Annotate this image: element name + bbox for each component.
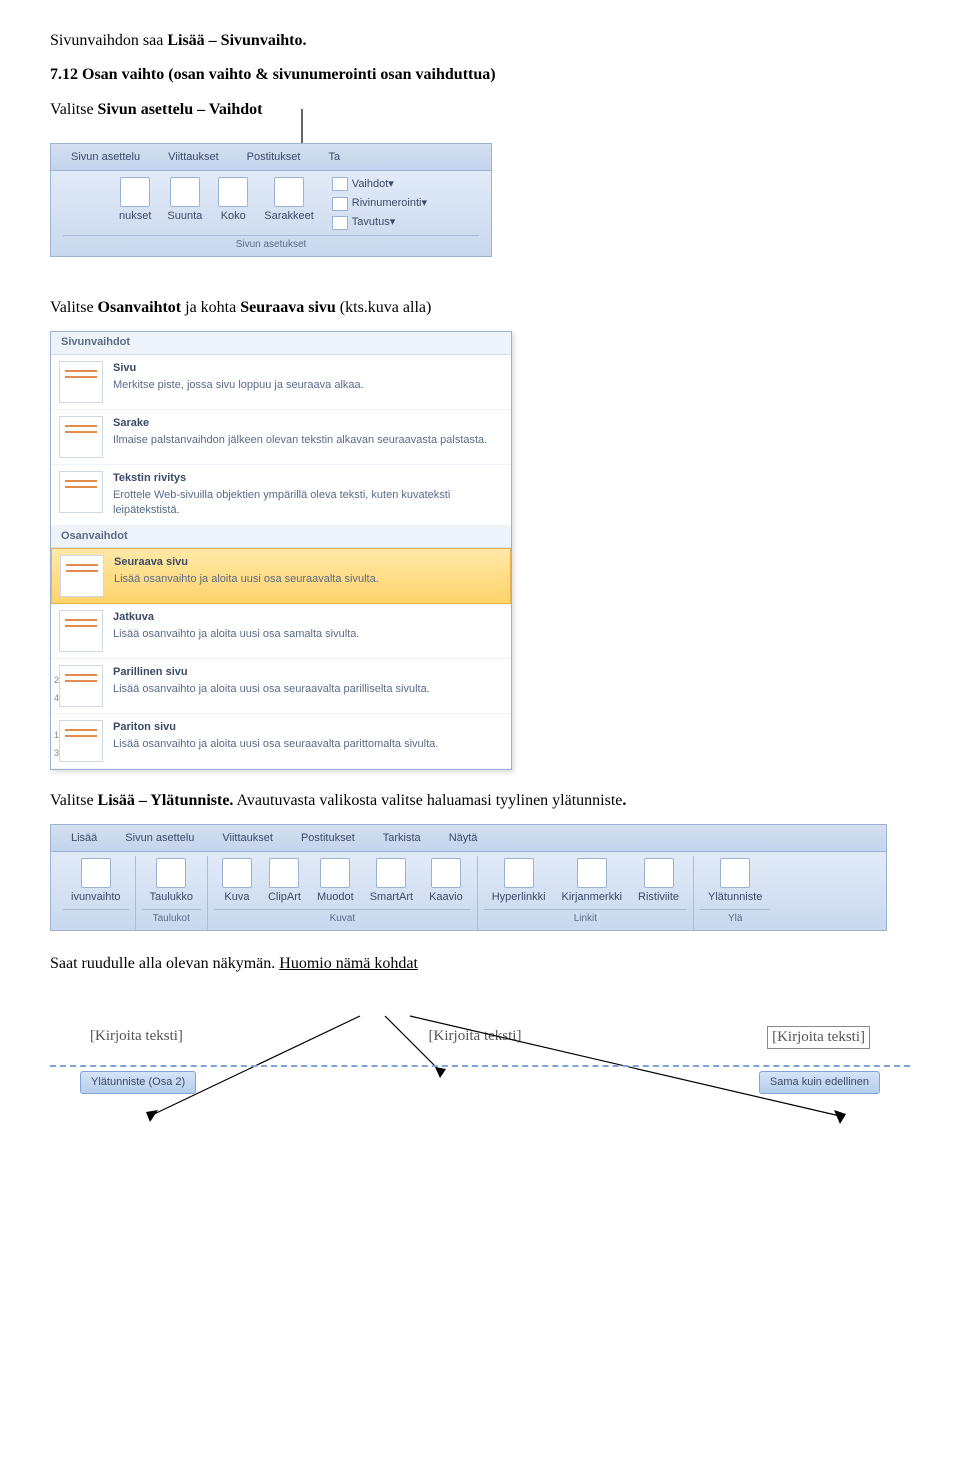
section-heading: 7.12 Osan vaihto (osan vaihto & sivunume… (50, 64, 910, 86)
tab-partial[interactable]: Ta (314, 146, 354, 169)
btn-tavutus[interactable]: Tavutus ▾ (328, 213, 431, 232)
page-break-icon (59, 361, 103, 403)
breaks-icon (332, 177, 348, 191)
hyphen-icon (332, 216, 348, 230)
btn-muodot[interactable]: Muodot (311, 856, 360, 907)
intro-line-1: Sivunvaihdon saa Lisää – Sivunvaihto. (50, 30, 910, 52)
btn-sarakkeet[interactable]: Sarakkeet (258, 175, 320, 226)
intro1-bold: Lisää – Sivunvaihto. (167, 32, 306, 49)
tab-viittaukset[interactable]: Viittaukset (154, 146, 233, 169)
linenum-icon (332, 197, 348, 211)
breaks-dropdown: Sivunvaihdot SivuMerkitse piste, jossa s… (50, 331, 512, 770)
dd-item-section-3[interactable]: 13Pariton sivuLisää osanvaihto ja aloita… (51, 714, 511, 769)
orientation-icon (170, 177, 200, 207)
tab-viittaukset[interactable]: Viittaukset (208, 827, 287, 850)
page-break-icon: 13 (59, 720, 103, 762)
group-sivun-asetukset: Sivun asetukset (63, 235, 479, 256)
dd-item-page-2[interactable]: Tekstin rivitysErottele Web-sivuilla obj… (51, 465, 511, 526)
para-ylatunniste: Valitse Lisää – Ylätunniste. Avautuvasta… (50, 790, 910, 812)
btn-taulukko[interactable]: Taulukko (144, 856, 199, 907)
dd-item-section-1[interactable]: JatkuvaLisää osanvaihto ja aloita uusi o… (51, 604, 511, 659)
btn-kaavio[interactable]: Kaavio (423, 856, 469, 907)
btn-suunta[interactable]: Suunta (161, 175, 208, 226)
group-label-2: Kuvat (214, 909, 471, 930)
page-break-icon (59, 471, 103, 513)
page-break-icon (60, 555, 104, 597)
size-icon (218, 177, 248, 207)
dd-header-osanvaihdot: Osanvaihdot (51, 526, 511, 548)
tab-sivun-asettelu[interactable]: Sivun asettelu (111, 827, 208, 850)
btn-smartart[interactable]: SmartArt (364, 856, 419, 907)
btn-koko[interactable]: Koko (212, 175, 254, 226)
intro1-text: Sivunvaihdon saa (50, 32, 167, 49)
huomio-label: Huomio nämä kohdat (279, 955, 418, 972)
btn-rivinumerointi[interactable]: Rivinumerointi ▾ (328, 194, 431, 213)
smartart-icon (376, 858, 406, 888)
clipart-icon (269, 858, 299, 888)
dd-item-page-0[interactable]: SivuMerkitse piste, jossa sivu loppuu ja… (51, 355, 511, 410)
kirjanmerkki-icon (577, 858, 607, 888)
group-label-0 (63, 909, 129, 916)
page-break-icon: 24 (59, 665, 103, 707)
para-osanvaihtot: Valitse Osanvaihtot ja kohta Seuraava si… (50, 297, 910, 319)
intro-line-2: Valitse Sivun asettelu – Vaihdot (50, 99, 910, 121)
tab-postitukset[interactable]: Postitukset (233, 146, 315, 169)
tab-näytä[interactable]: Näytä (435, 827, 492, 850)
taulukko-icon (156, 858, 186, 888)
hyperlinkki-icon (504, 858, 534, 888)
header-center[interactable]: [Kirjoita teksti] (429, 1026, 522, 1049)
tab-sama-kuin-edellinen[interactable]: Sama kuin edellinen (759, 1071, 880, 1094)
tab-tarkista[interactable]: Tarkista (369, 827, 435, 850)
muodot-icon (320, 858, 350, 888)
btn-nukset[interactable]: nukset (113, 175, 157, 226)
header-left[interactable]: [Kirjoita teksti] (90, 1026, 183, 1049)
dd-item-section-0[interactable]: Seuraava sivuLisää osanvaihto ja aloita … (51, 548, 511, 604)
page-break-icon (59, 416, 103, 458)
dd-header-sivunvaihdot: Sivunvaihdot (51, 332, 511, 354)
btn-kuva[interactable]: Kuva (216, 856, 258, 907)
intro2-bold: Sivun asettelu – Vaihdot (98, 101, 263, 118)
ivunvaihto-icon (81, 858, 111, 888)
ristiviite-icon (644, 858, 674, 888)
header-right[interactable]: [Kirjoita teksti] (767, 1026, 870, 1049)
ribbon-page-layout: Sivun asettelu Viittaukset Postitukset T… (50, 143, 492, 257)
btn-ylätunniste[interactable]: Ylätunniste (702, 856, 768, 907)
page-icon (120, 177, 150, 207)
tab-lisää[interactable]: Lisää (57, 827, 111, 850)
kaavio-icon (431, 858, 461, 888)
para-huomio: Saat ruudulle alla olevan näkymän. Huomi… (50, 953, 910, 975)
dd-item-page-1[interactable]: SarakeIlmaise palstanvaihdon jälkeen ole… (51, 410, 511, 465)
btn-vaihdot[interactable]: Vaihdot ▾ (328, 175, 431, 194)
btn-ivunvaihto[interactable]: ivunvaihto (65, 856, 127, 907)
group-label-3: Linkit (484, 909, 687, 930)
tab-postitukset[interactable]: Postitukset (287, 827, 369, 850)
tab-ylatunniste-osa2[interactable]: Ylätunniste (Osa 2) (80, 1071, 196, 1094)
ylätunniste-icon (720, 858, 750, 888)
tab-sivun-asettelu[interactable]: Sivun asettelu (57, 146, 154, 169)
group-label-4: Ylä (700, 909, 770, 930)
btn-hyperlinkki[interactable]: Hyperlinkki (486, 856, 552, 907)
ribbon-insert: LisääSivun asetteluViittauksetPostitukse… (50, 824, 887, 931)
dd-item-section-2[interactable]: 24Parillinen sivuLisää osanvaihto ja alo… (51, 659, 511, 714)
btn-clipart[interactable]: ClipArt (262, 856, 307, 907)
kuva-icon (222, 858, 252, 888)
btn-kirjanmerkki[interactable]: Kirjanmerkki (556, 856, 629, 907)
group-label-1: Taulukot (142, 909, 201, 930)
btn-ristiviite[interactable]: Ristiviite (632, 856, 685, 907)
page-break-icon (59, 610, 103, 652)
header-placeholder-row: [Kirjoita teksti] [Kirjoita teksti] [Kir… (50, 1016, 910, 1059)
intro2-text: Valitse (50, 101, 98, 118)
columns-icon (274, 177, 304, 207)
